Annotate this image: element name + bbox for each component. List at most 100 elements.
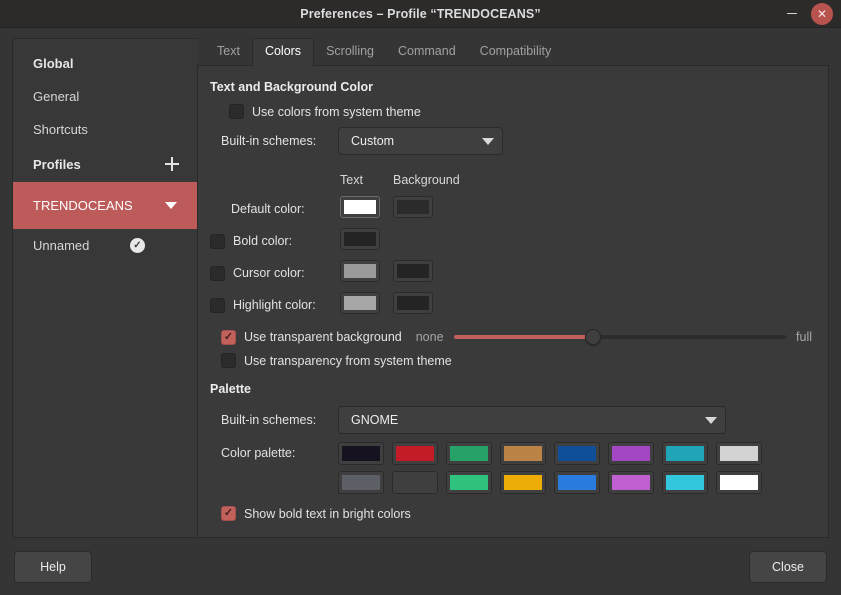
swatch-fill [344, 199, 376, 214]
highlight-color-row: Highlight color: [210, 289, 812, 321]
transparency-slider[interactable] [453, 327, 787, 347]
swatch-fill [720, 475, 758, 490]
close-button[interactable]: ✕ [811, 2, 833, 25]
sidebar-item-unnamed[interactable]: Unnamed ✓ [13, 229, 197, 262]
palette-builtin-schemes-select[interactable]: GNOME [338, 406, 726, 434]
show-bold-bright-row: ✓ Show bold text in bright colors [221, 506, 812, 521]
default-color-row: Default color: [210, 193, 812, 225]
chevron-down-icon[interactable] [165, 202, 177, 209]
highlight-text-color-swatch[interactable] [340, 291, 380, 314]
palette-row-2 [338, 471, 762, 494]
swatch-fill [558, 446, 596, 461]
system-transparency-checkbox[interactable] [221, 353, 236, 368]
swatch-fill [397, 263, 429, 278]
palette-swatch[interactable] [338, 471, 384, 494]
default-text-color-swatch[interactable] [340, 195, 380, 218]
sidebar-item-shortcuts[interactable]: Shortcuts [13, 113, 197, 146]
swatch-fill [666, 446, 704, 461]
slider-fill [453, 335, 594, 339]
minimize-button[interactable] [783, 5, 801, 23]
use-system-theme-checkbox[interactable] [229, 104, 244, 119]
swatch-fill [342, 446, 380, 461]
tab-text[interactable]: Text [205, 39, 252, 65]
sidebar-item-general[interactable]: General [13, 80, 197, 113]
sidebar-section-profiles: Profiles [13, 146, 197, 182]
cursor-color-checkbox[interactable] [210, 265, 225, 281]
palette-swatch[interactable] [554, 442, 600, 465]
sidebar-profiles-label: Profiles [33, 156, 81, 172]
system-transparency-label: Use transparency from system theme [244, 353, 452, 368]
highlight-background-color-swatch[interactable] [393, 291, 433, 314]
palette-swatch[interactable] [392, 442, 438, 465]
bold-color-checkbox[interactable] [210, 233, 225, 249]
column-header-background: Background [393, 173, 460, 187]
palette-section-title: Palette [210, 382, 251, 396]
tab-command[interactable]: Command [386, 39, 468, 65]
palette-swatch[interactable] [500, 471, 546, 494]
cursor-color-row: Cursor color: [210, 257, 812, 289]
bold-text-color-swatch[interactable] [340, 227, 380, 250]
color-palette-label: Color palette: [221, 446, 296, 460]
highlight-color-checkbox[interactable] [210, 297, 225, 313]
transparent-background-label: Use transparent background [244, 330, 402, 344]
palette-swatch[interactable] [446, 442, 492, 465]
swatch-fill [396, 446, 434, 461]
colors-tab-panel: Text and Background Color Use colors fro… [197, 65, 829, 538]
palette-swatch[interactable] [662, 442, 708, 465]
cursor-text-color-swatch[interactable] [340, 259, 380, 282]
system-transparency-row: Use transparency from system theme [221, 353, 812, 368]
palette-builtin-schemes-label: Built-in schemes: [221, 413, 317, 427]
show-bold-bright-checkbox[interactable]: ✓ [221, 506, 236, 521]
chevron-down-icon [482, 137, 494, 145]
builtin-schemes-label: Built-in schemes: [221, 134, 317, 148]
window-body: Global General Shortcuts Profiles TRENDO… [0, 28, 841, 538]
use-system-theme-label: Use colors from system theme [252, 104, 421, 119]
titlebar: Preferences – Profile “TRENDOCEANS” ✕ [0, 0, 841, 28]
slider-handle[interactable] [585, 329, 602, 345]
palette-swatch[interactable] [392, 471, 438, 494]
palette-swatch[interactable] [608, 442, 654, 465]
tab-colors[interactable]: Colors [251, 38, 315, 66]
tabbar: Text Colors Scrolling Command Compatibil… [197, 38, 829, 66]
text-background-section-title: Text and Background Color [210, 80, 373, 94]
main-panel: Text Colors Scrolling Command Compatibil… [197, 38, 829, 538]
transparent-background-row: ✓ Use transparent background none full [221, 327, 812, 347]
minimize-icon [787, 12, 797, 15]
tab-scrolling[interactable]: Scrolling [314, 39, 386, 65]
tab-compatibility[interactable]: Compatibility [468, 39, 564, 65]
close-icon: ✕ [816, 6, 828, 21]
help-button[interactable]: Help [14, 550, 92, 583]
palette-swatch[interactable] [608, 471, 654, 494]
swatch-fill [504, 446, 542, 461]
window-title: Preferences – Profile “TRENDOCEANS” [300, 6, 541, 21]
cursor-background-color-swatch[interactable] [393, 259, 433, 282]
palette-swatch[interactable] [554, 471, 600, 494]
cursor-color-label: Cursor color: [233, 266, 305, 280]
transparency-slider-wrap: none full [416, 327, 812, 347]
palette-swatch[interactable] [662, 471, 708, 494]
close-dialog-button[interactable]: Close [749, 550, 827, 583]
builtin-schemes-select[interactable]: Custom [338, 127, 503, 155]
swatch-fill [397, 295, 429, 310]
use-system-theme-row[interactable]: Use colors from system theme [229, 104, 812, 119]
dialog-footer: Help Close [0, 538, 841, 595]
color-palette-grid [338, 442, 762, 494]
highlight-color-label: Highlight color: [233, 298, 316, 312]
swatch-fill [344, 263, 376, 278]
check-circle-icon: ✓ [130, 238, 145, 253]
palette-swatch[interactable] [716, 442, 762, 465]
transparent-background-checkbox[interactable]: ✓ [221, 329, 236, 345]
palette-swatch[interactable] [338, 442, 384, 465]
default-background-color-swatch[interactable] [393, 195, 433, 218]
palette-row-1 [338, 442, 762, 465]
sidebar-item-trendoceans[interactable]: TRENDOCEANS [13, 182, 197, 229]
palette-swatch[interactable] [716, 471, 762, 494]
sidebar-item-label: TRENDOCEANS [33, 198, 133, 213]
palette-swatch[interactable] [446, 471, 492, 494]
swatch-fill [612, 446, 650, 461]
color-grid: Text Background Default color: Bold colo… [210, 167, 812, 321]
palette-swatch[interactable] [500, 442, 546, 465]
swatch-fill [504, 475, 542, 490]
plus-icon[interactable] [163, 155, 181, 173]
window-controls: ✕ [783, 0, 833, 27]
